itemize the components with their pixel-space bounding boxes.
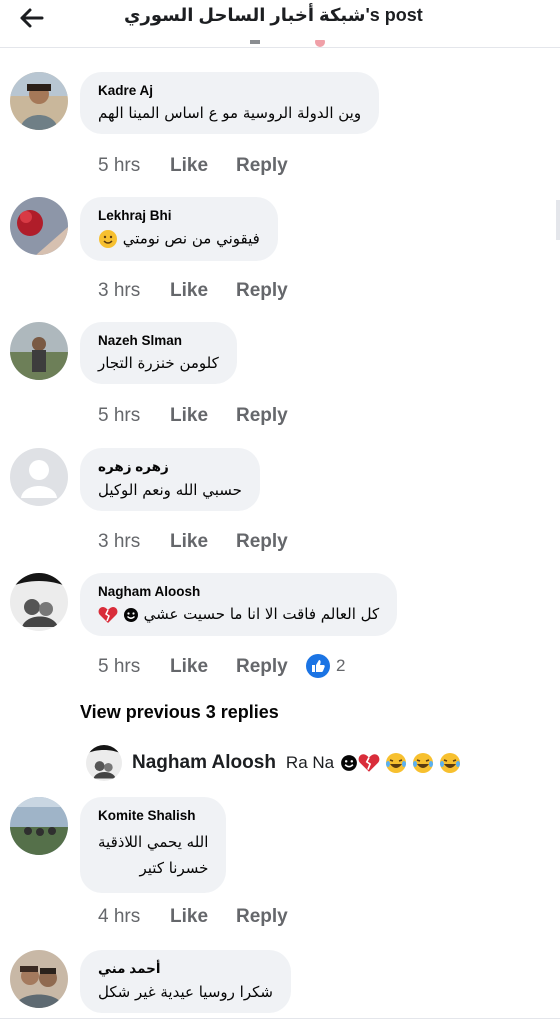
comment-actions: 5 hrs Like Reply [98,405,288,427]
avatar[interactable] [10,950,68,1008]
laughing-tears-emoji-icon [386,753,407,773]
like-button[interactable]: Like [170,656,236,678]
arrow-left-icon [20,8,44,28]
reply-button[interactable]: Reply [236,906,288,928]
reaction-count: 2 [336,656,346,675]
laughing-tears-emoji-icon [440,753,461,773]
reply-button[interactable]: Reply [236,405,288,427]
comment-text: فيقوني من نص نومتي [98,229,260,249]
comment-timestamp[interactable]: 5 hrs [98,155,170,177]
comment-bubble: Komite Shalish الله يحمي اللاذقية خسرنا … [80,797,227,893]
like-button[interactable]: Like [170,155,236,177]
avatar[interactable] [10,322,68,380]
reply-button[interactable]: Reply [236,280,288,302]
comment-bubble: Nazeh Slman كلومن خنزرة التجار [80,322,237,384]
comment-text: حسبي الله ونعم الوكيل [98,481,242,499]
comment-text: كلومن خنزرة التجار [98,354,219,372]
broken-heart-icon [98,606,118,623]
comment-author[interactable]: Kadre Aj [98,83,361,98]
reply-button[interactable]: Reply [236,531,288,553]
like-button[interactable]: Like [170,405,236,427]
avatar[interactable] [10,573,68,631]
comment-bubble: Nagham Aloosh كل العالم فاقت الا انا ما … [80,573,398,636]
comment-bubble: أحمد مني شكرا روسيا عيدية غير شكل [80,950,291,1013]
comment-text-content: كل العالم فاقت الا انا ما حسيت عشي [143,605,380,623]
smiley-face-icon [341,755,357,771]
back-button[interactable] [18,6,52,32]
comment-timestamp[interactable]: 5 hrs [98,405,170,427]
avatar[interactable] [86,745,122,781]
comment-author[interactable]: Nagham Aloosh [98,584,379,599]
comment-author[interactable]: Komite Shalish [98,808,208,823]
reaction-summary[interactable]: 2 [306,654,345,678]
comment-text: كل العالم فاقت الا انا ما حسيت عشي [98,605,379,624]
view-previous-replies-link[interactable]: View previous 3 replies [80,702,279,723]
avatar[interactable] [10,797,68,855]
scrollbar[interactable] [556,200,560,240]
avatar[interactable] [10,197,68,255]
like-button[interactable]: Like [170,531,236,553]
comment-author[interactable]: Lekhraj Bhi [98,208,260,223]
avatar[interactable] [10,448,68,506]
comment-actions: 3 hrs Like Reply [98,531,288,553]
comment-actions: 5 hrs Like Reply [98,155,288,177]
comment-text: وين الدولة الروسية مو ع اساس المينا الهم [98,104,362,122]
like-button[interactable]: Like [170,280,236,302]
reply-preview[interactable]: Nagham Aloosh Ra Na [86,744,462,782]
page-title: شبكة أخبار الساحل السوري's post [124,5,423,25]
smiling-face-emoji-icon [99,230,117,248]
comment-text: الله يحمي اللاذقية خسرنا كتير [98,829,208,881]
comment-timestamp[interactable]: 3 hrs [98,531,170,553]
laughing-tears-emoji-icon [413,753,434,773]
comment-timestamp[interactable]: 4 hrs [98,906,170,928]
comment-bubble: Lekhraj Bhi فيقوني من نص نومتي [80,197,278,261]
comment-text-line: الله يحمي اللاذقية [98,833,209,851]
comment-bubble: Kadre Aj وين الدولة الروسية مو ع اساس ال… [80,72,380,134]
comment-author[interactable]: أحمد مني [98,961,273,977]
like-button[interactable]: Like [170,906,236,928]
comment-author[interactable]: Nazeh Slman [98,333,219,348]
comment-author[interactable]: زهره زهره [98,459,242,475]
comment-text-line: خسرنا كتير [139,859,209,877]
comment-text-content: فيقوني من نص نومتي [122,229,260,248]
avatar[interactable] [10,72,68,130]
comment-bubble: زهره زهره حسبي الله ونعم الوكيل [80,448,260,511]
comment-timestamp[interactable]: 3 hrs [98,280,170,302]
comment-actions: 5 hrs Like Reply [98,656,288,678]
comment-timestamp[interactable]: 5 hrs [98,656,170,678]
reply-author[interactable]: Nagham Aloosh [132,752,276,774]
divider [0,1018,560,1019]
reply-button[interactable]: Reply [236,656,288,678]
thumbs-up-icon [306,654,330,678]
broken-heart-icon [358,754,380,772]
reply-text: Ra Na [285,753,335,772]
comment-actions: 3 hrs Like Reply [98,280,288,302]
post-header: شبكة أخبار الساحل السوري's post [0,0,560,48]
comment-text: شكرا روسيا عيدية غير شكل [98,983,273,1001]
reply-button[interactable]: Reply [236,155,288,177]
comment-actions: 4 hrs Like Reply [98,906,288,928]
cut-off-content [250,40,325,47]
smiley-face-icon [123,607,138,622]
